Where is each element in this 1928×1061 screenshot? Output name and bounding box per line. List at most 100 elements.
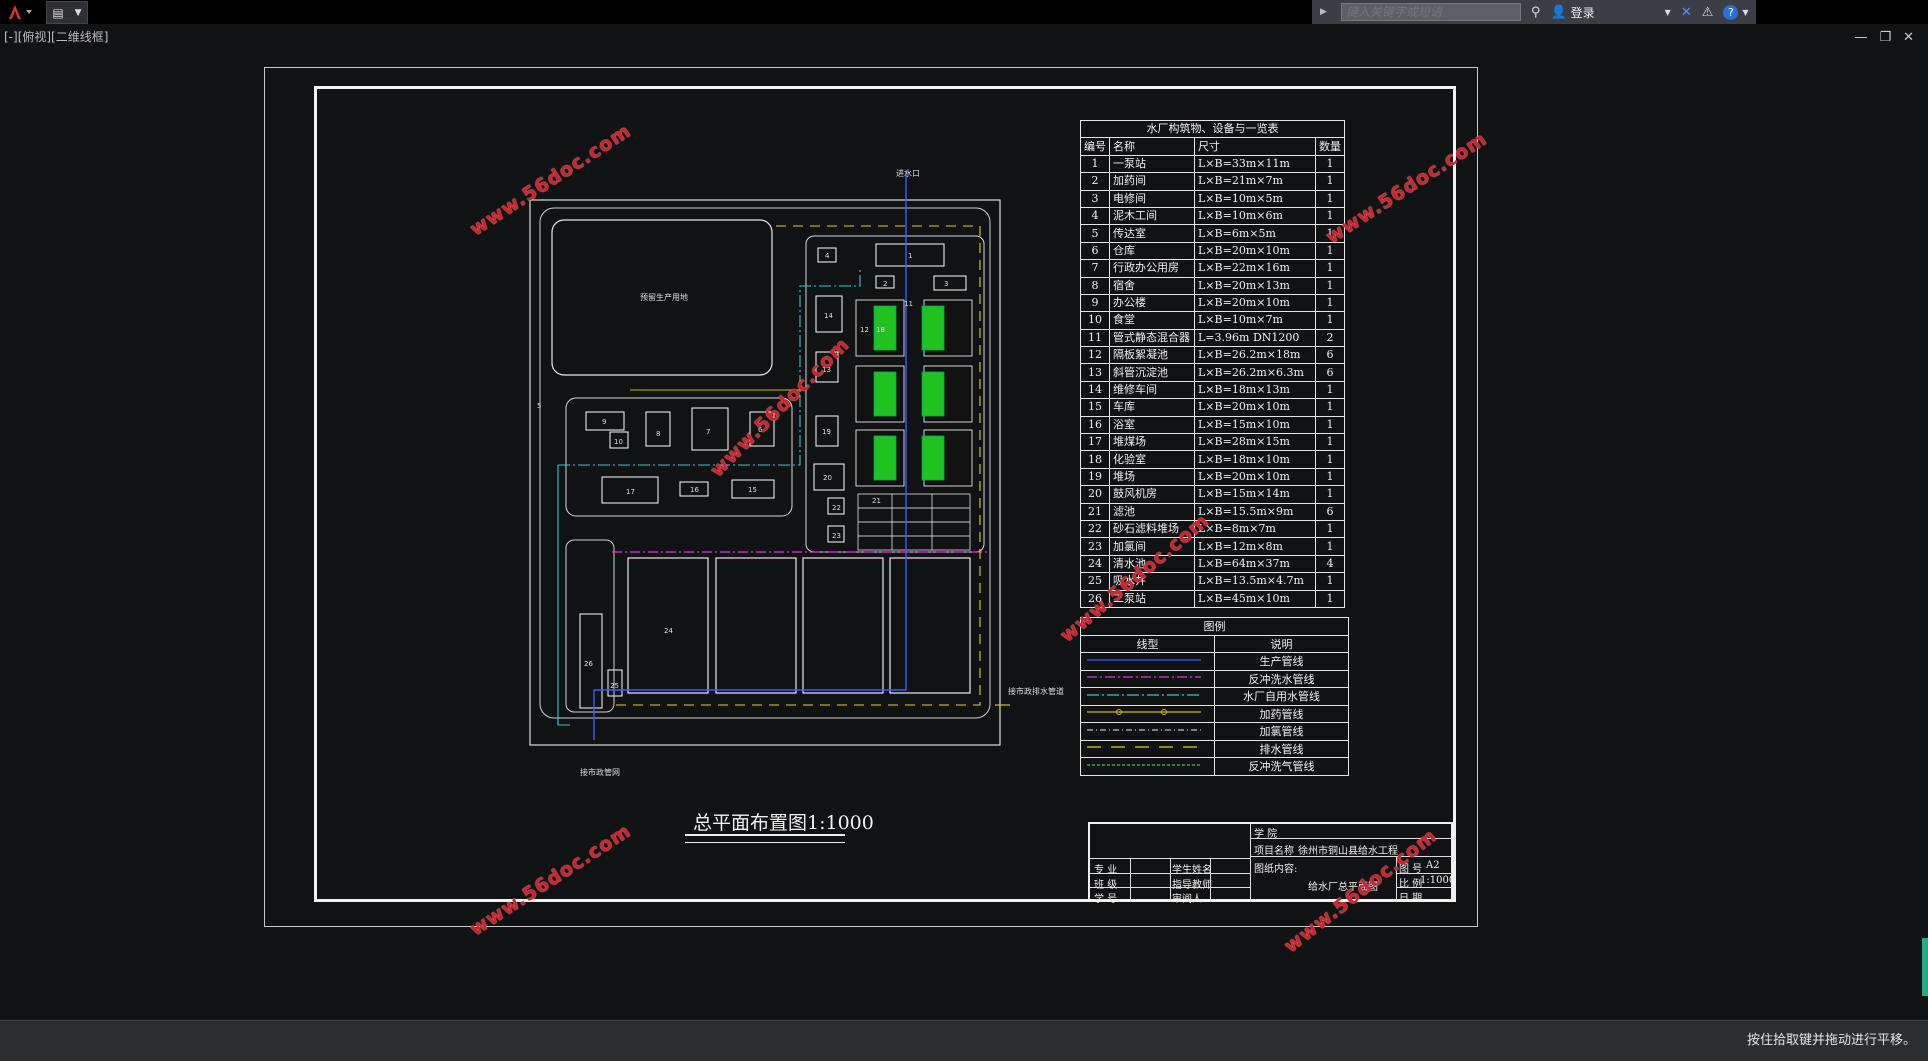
table-cell: 11 (1080, 328, 1110, 348)
tb-reviewer: 审阅人 (1172, 894, 1202, 905)
tb-major: 专 业 (1094, 865, 1118, 876)
reserve-land-label: 预留生产用地 (640, 292, 688, 302)
scrollbar-thumb[interactable] (1922, 938, 1928, 996)
tb-scale: 1:1000 (1420, 875, 1456, 886)
table-row: 24 清水池 L×B=64m×37m 4 (1080, 554, 1345, 574)
tb-advisor: 指导教师 (1172, 880, 1212, 891)
table-cell: 1 (1315, 259, 1345, 278)
clear-water-tank-2 (715, 557, 797, 694)
building-3 (933, 275, 967, 291)
equipment-table: 水厂构筑物、设备与一览表 编号 名称 尺寸 数量 1 一泵站 L×B=33m×11m… (1080, 119, 1345, 608)
table-cell: 浴室 (1109, 415, 1195, 435)
table-cell: 泥木工间 (1109, 206, 1195, 226)
table-cell: 20 (1080, 485, 1110, 504)
table-cell: 4 (1315, 554, 1345, 574)
building-8 (645, 411, 671, 447)
table-cell: L×B=64m×37m (1194, 554, 1316, 574)
table-row: 18 化验室 L×B=18m×10m 1 (1080, 450, 1345, 469)
table-cell: 21 (1080, 502, 1110, 521)
clear-water-tank-1 (627, 557, 709, 694)
svg-text:24: 24 (664, 627, 673, 635)
svg-text:9: 9 (602, 418, 606, 426)
table-header: 名称 (1109, 137, 1195, 156)
svg-text:18: 18 (876, 326, 885, 334)
table-cell: 1 (1080, 154, 1110, 174)
svg-text:7: 7 (706, 428, 710, 436)
pump-area (565, 539, 615, 713)
drawing-title: 总平面布置图1:1000 (693, 812, 874, 834)
legend-table: 图例 线型 说明 生产管线 反冲洗水管线 水厂自用水管线 加药管线 加氯管线 排水管线 反冲… (1080, 617, 1349, 776)
table-cell: 6 (1315, 346, 1345, 365)
table-header: 编号 (1080, 137, 1110, 156)
table-cell: L×B=6m×5m (1194, 224, 1316, 243)
table-cell: L×B=20m×10m (1194, 398, 1316, 417)
svg-text:4: 4 (825, 252, 830, 260)
table-cell: 1 (1315, 380, 1345, 400)
table-row: 17 堆煤场 L×B=28m×15m 1 (1080, 433, 1345, 452)
table-cell: 1 (1315, 537, 1345, 556)
table-cell: 1 (1315, 589, 1345, 608)
svg-text:25: 25 (610, 682, 619, 690)
svg-text:5: 5 (537, 402, 541, 410)
svg-text:10: 10 (614, 438, 623, 446)
table-row: 8 宿舍 L×B=20m×13m 1 (1080, 276, 1345, 295)
table-row: 2 加药间 L×B=21m×7m 1 (1080, 172, 1345, 191)
legend-description: 水厂自用水管线 (1214, 687, 1349, 706)
legend-row: 反冲洗气管线 (1080, 757, 1349, 776)
table-cell: 1 (1315, 293, 1345, 313)
table-cell: 6 (1080, 241, 1110, 261)
table-cell: 1 (1315, 398, 1345, 417)
table-row: 5 传达室 L×B=6m×5m 1 (1080, 224, 1345, 243)
table-cell: 1 (1315, 172, 1345, 191)
table-cell: 10 (1080, 311, 1110, 330)
table-cell: 19 (1080, 467, 1110, 487)
table-cell: L×B=18m×10m (1194, 450, 1316, 469)
site-plan-drawing[interactable]: 预留生产用地 进水口 接市政管网 接市政排水管道 1 2 3 4 5 6 7 8… (0, 0, 1928, 1020)
legend-row: 反冲洗水管线 (1080, 669, 1349, 688)
drain-label: 接市政排水管道 (1008, 686, 1064, 696)
legend-line-sample (1080, 652, 1215, 671)
table-cell: L×B=10m×7m (1194, 311, 1316, 330)
tb-class: 班 级 (1094, 880, 1118, 891)
table-row: 22 砂石滤料堆场 L×B=8m×7m 1 (1080, 519, 1345, 539)
table-row: 12 隔板絮凝池 L×B=26.2m×18m 6 (1080, 346, 1345, 365)
legend-header: 说明 (1214, 634, 1349, 653)
table-row: 6 仓库 L×B=20m×10m 1 (1080, 241, 1345, 261)
tb-scale-label: 比 例 (1399, 879, 1423, 890)
tank-group (855, 299, 973, 487)
table-cell: 1 (1315, 485, 1345, 504)
table-cell: 堆煤场 (1109, 433, 1195, 452)
table-row: 14 维修车间 L×B=18m×13m 1 (1080, 380, 1345, 400)
table-cell: 18 (1080, 450, 1110, 469)
tb-number: 学 号 (1094, 894, 1118, 905)
legend-line-sample (1080, 739, 1215, 758)
table-cell: 宿舍 (1109, 276, 1195, 295)
svg-text:12: 12 (860, 326, 869, 334)
table-cell: L×B=20m×13m (1194, 276, 1316, 295)
table-cell: 1 (1315, 519, 1345, 539)
table-cell: 加药间 (1109, 172, 1195, 191)
table-row: 3 电修间 L×B=10m×5m 1 (1080, 189, 1345, 208)
table-cell: L×B=18m×13m (1194, 380, 1316, 400)
table-cell: 1 (1315, 415, 1345, 435)
legend-line-sample (1080, 757, 1215, 776)
table-cell: 4 (1080, 206, 1110, 226)
table-cell: L×B=26.2m×18m (1194, 346, 1316, 365)
tb-fig-no: A2 (1426, 860, 1440, 871)
table-cell: L×B=8m×7m (1194, 519, 1316, 539)
table-cell: 行政办公用房 (1109, 259, 1195, 278)
table-cell: L×B=15m×14m (1194, 485, 1316, 504)
svg-text:16: 16 (690, 486, 699, 494)
table-row: 21 滤池 L×B=15.5m×9m 6 (1080, 502, 1345, 521)
legend-row: 排水管线 (1080, 739, 1349, 758)
table-cell: L×B=15m×10m (1194, 415, 1316, 435)
table-cell: 1 (1315, 189, 1345, 208)
svg-text:3: 3 (944, 280, 948, 288)
table-cell: 6 (1315, 363, 1345, 382)
drawing-title-underline (685, 834, 845, 843)
table-cell: L×B=10m×6m (1194, 206, 1316, 226)
clear-water-tank-4 (889, 557, 971, 694)
legend-line-sample (1080, 704, 1215, 723)
table-cell: 维修车间 (1109, 380, 1195, 400)
clear-water-tank-3 (802, 557, 884, 694)
